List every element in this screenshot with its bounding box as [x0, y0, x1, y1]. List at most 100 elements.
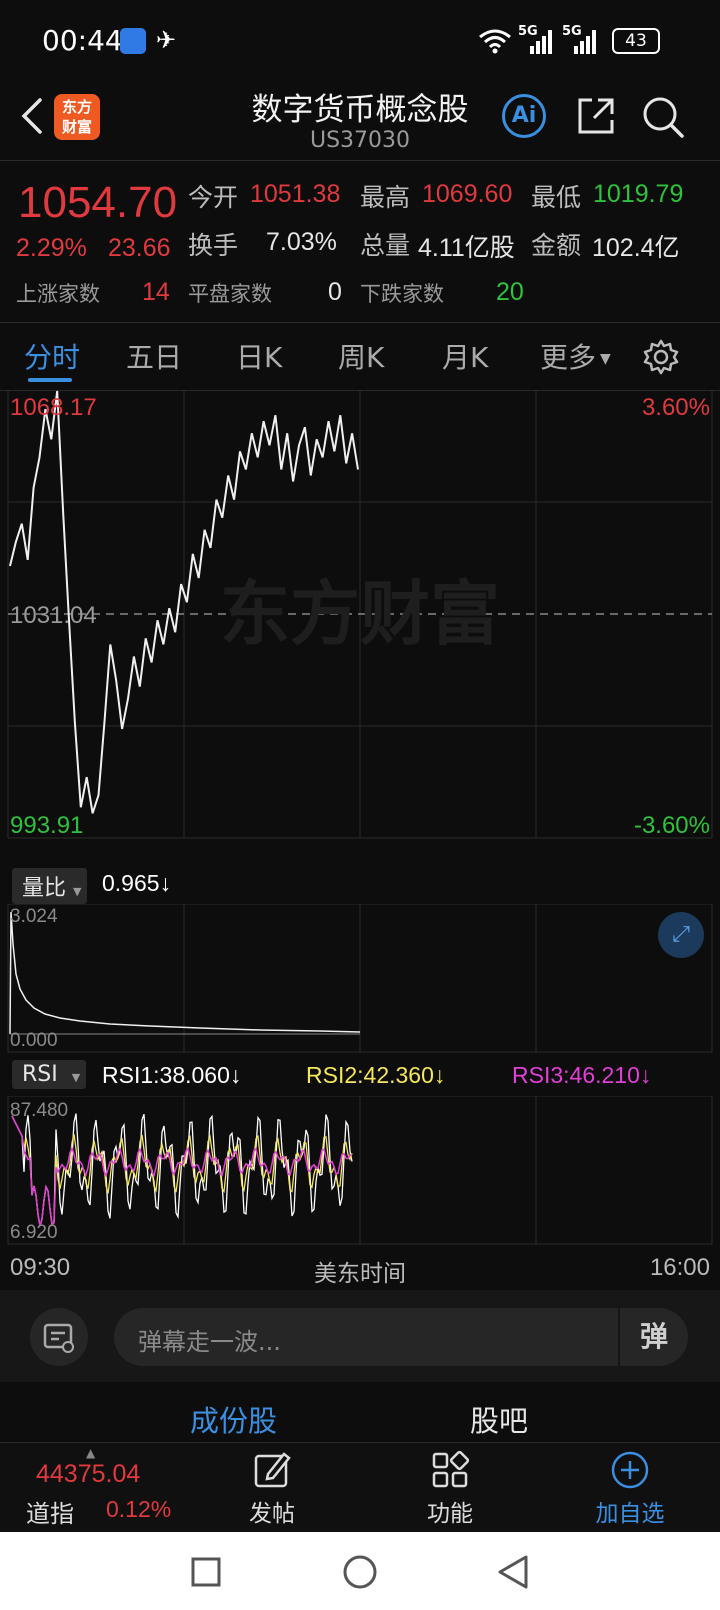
grid-functions-icon	[432, 1450, 470, 1488]
chevron-down-icon: ▼	[600, 351, 611, 367]
battery-level: 43	[625, 31, 647, 51]
down-arrow-icon: ↓	[229, 1062, 242, 1088]
active-tab-indicator	[28, 378, 72, 382]
low-value: 1019.79	[593, 180, 684, 208]
status-time: 00:44	[42, 24, 123, 57]
turnover-value: 7.03%	[266, 228, 337, 256]
signal-icon-1	[530, 30, 552, 54]
tab-five-day[interactable]: 五日	[126, 336, 182, 376]
volume-ratio-max-label: 3.024	[10, 906, 58, 927]
add-watchlist-label: 加自选	[595, 1501, 665, 1527]
functions-label: 功能	[427, 1501, 473, 1527]
min-price-label: 993.91	[10, 812, 84, 839]
rsi-selector[interactable]: RSI ▼	[12, 1060, 87, 1089]
rsi3-text: RSI3:46.210	[512, 1062, 640, 1088]
danmu-settings-button[interactable]	[30, 1308, 88, 1366]
index-change: 0.12%	[106, 1496, 172, 1522]
tab-more[interactable]: 更多 ▼	[540, 336, 611, 376]
max-price-label: 1068.17	[10, 394, 97, 421]
reference-price-label: 1031.04	[10, 602, 97, 629]
rsi-min-label: 6.920	[10, 1222, 58, 1243]
rsi-max-label: 87.480	[10, 1100, 69, 1121]
wifi-icon	[479, 29, 511, 54]
status-bar: 00:44 ✈ 5G 5G 43	[0, 0, 720, 80]
post-label: 发帖	[249, 1501, 295, 1527]
change-amount: 23.66	[108, 234, 171, 262]
open-value: 1051.38	[250, 180, 341, 208]
search-icon[interactable]	[640, 94, 686, 140]
down-count: 20	[496, 278, 524, 306]
rsi1-text: RSI1:38.060	[102, 1062, 230, 1088]
danmu-input-placeholder: 弹幕走一波...	[138, 1328, 281, 1356]
post-button[interactable]: 发帖	[232, 1450, 312, 1530]
tab-daily-k[interactable]: 日K	[236, 336, 282, 376]
down-count-label: 下跌家数	[360, 282, 444, 306]
up-count-label: 上涨家数	[16, 282, 100, 306]
volume-ratio-selector[interactable]: 量比 ▼	[12, 868, 88, 904]
down-arrow-icon: ↓	[433, 1062, 446, 1088]
min-pct-label: -3.60%	[633, 812, 710, 839]
high-label: 最高	[360, 183, 411, 212]
volume-label: 总量	[360, 231, 411, 260]
tab-intraday[interactable]: 分时	[24, 336, 80, 376]
chart-watermark: 东方财富	[220, 573, 500, 655]
change-percent: 2.29%	[16, 234, 87, 262]
down-arrow-icon: ↓	[159, 870, 172, 896]
chevron-down-icon: ▼	[71, 1071, 81, 1084]
index-name: 道指	[26, 1500, 74, 1528]
battery-icon: 43	[612, 28, 660, 54]
collapse-up-icon: ▲	[86, 1446, 96, 1460]
intraday-price-chart[interactable]: 东方财富	[0, 390, 720, 850]
danmu-input[interactable]: 弹幕走一波... 弹	[114, 1308, 688, 1366]
rsi3-value: RSI3:46.210↓	[512, 1062, 651, 1089]
settings-gear-icon[interactable]	[642, 338, 680, 376]
amount-label: 金额	[531, 231, 582, 260]
max-pct-label: 3.60%	[641, 394, 710, 421]
functions-button[interactable]: 功能	[410, 1450, 490, 1530]
danmu-icon: 弹	[639, 1320, 668, 1353]
home-icon[interactable]	[342, 1554, 378, 1590]
rsi-selector-label: RSI	[22, 1062, 58, 1087]
rsi1-value: RSI1:38.060↓	[102, 1062, 241, 1089]
index-ticker[interactable]: ▲ 44375.04 道指 0.12%	[0, 1446, 190, 1532]
last-price: 1054.70	[18, 178, 178, 227]
volume-ratio-chart	[7, 904, 713, 1053]
recent-apps-icon[interactable]	[190, 1556, 222, 1588]
danmu-toggle-button[interactable]: 弹	[618, 1308, 688, 1366]
section-tab-forum[interactable]: 股吧	[470, 1398, 528, 1440]
edit-icon	[254, 1452, 291, 1488]
volume-ratio-value: 0.965↓	[102, 870, 171, 897]
danmu-settings-icon	[43, 1323, 74, 1353]
ai-label: Ai	[511, 103, 537, 128]
tab-more-label: 更多	[540, 341, 597, 374]
ai-button[interactable]: Ai	[502, 94, 546, 138]
back-nav-icon[interactable]	[496, 1554, 530, 1590]
volume-ratio-min-label: 0.000	[10, 1030, 58, 1051]
low-label: 最低	[531, 183, 582, 212]
index-value: 44375.04	[36, 1460, 141, 1488]
app-badge-icon	[120, 28, 146, 54]
time-end-label: 16:00	[649, 1254, 710, 1281]
tab-weekly-k[interactable]: 周K	[338, 336, 384, 376]
section-tab-constituents[interactable]: 成份股	[190, 1398, 277, 1440]
rsi-chart	[7, 1096, 713, 1245]
amount-value: 102.4亿	[592, 234, 680, 262]
add-watchlist-button[interactable]: 加自选	[584, 1450, 676, 1530]
expand-chart-button[interactable]: ⤢	[658, 912, 704, 958]
flat-count: 0	[328, 278, 342, 306]
volume-value: 4.11亿股	[418, 234, 515, 262]
flat-count-label: 平盘家数	[188, 282, 272, 306]
rsi2-value: RSI2:42.360↓	[306, 1062, 445, 1089]
rsi1-series-line	[11, 1113, 353, 1226]
tab-monthly-k[interactable]: 月K	[442, 336, 488, 376]
add-circle-icon	[611, 1451, 649, 1489]
rsi2-text: RSI2:42.360	[306, 1062, 434, 1088]
signal-icon-2	[574, 30, 596, 54]
share-icon[interactable]	[574, 94, 618, 138]
down-arrow-icon: ↓	[639, 1062, 652, 1088]
timezone-label: 美东时间	[314, 1261, 406, 1287]
chevron-down-icon: ▼	[73, 885, 82, 898]
turnover-label: 换手	[188, 231, 239, 260]
high-value: 1069.60	[422, 180, 513, 208]
volume-ratio-line	[9, 911, 361, 1035]
